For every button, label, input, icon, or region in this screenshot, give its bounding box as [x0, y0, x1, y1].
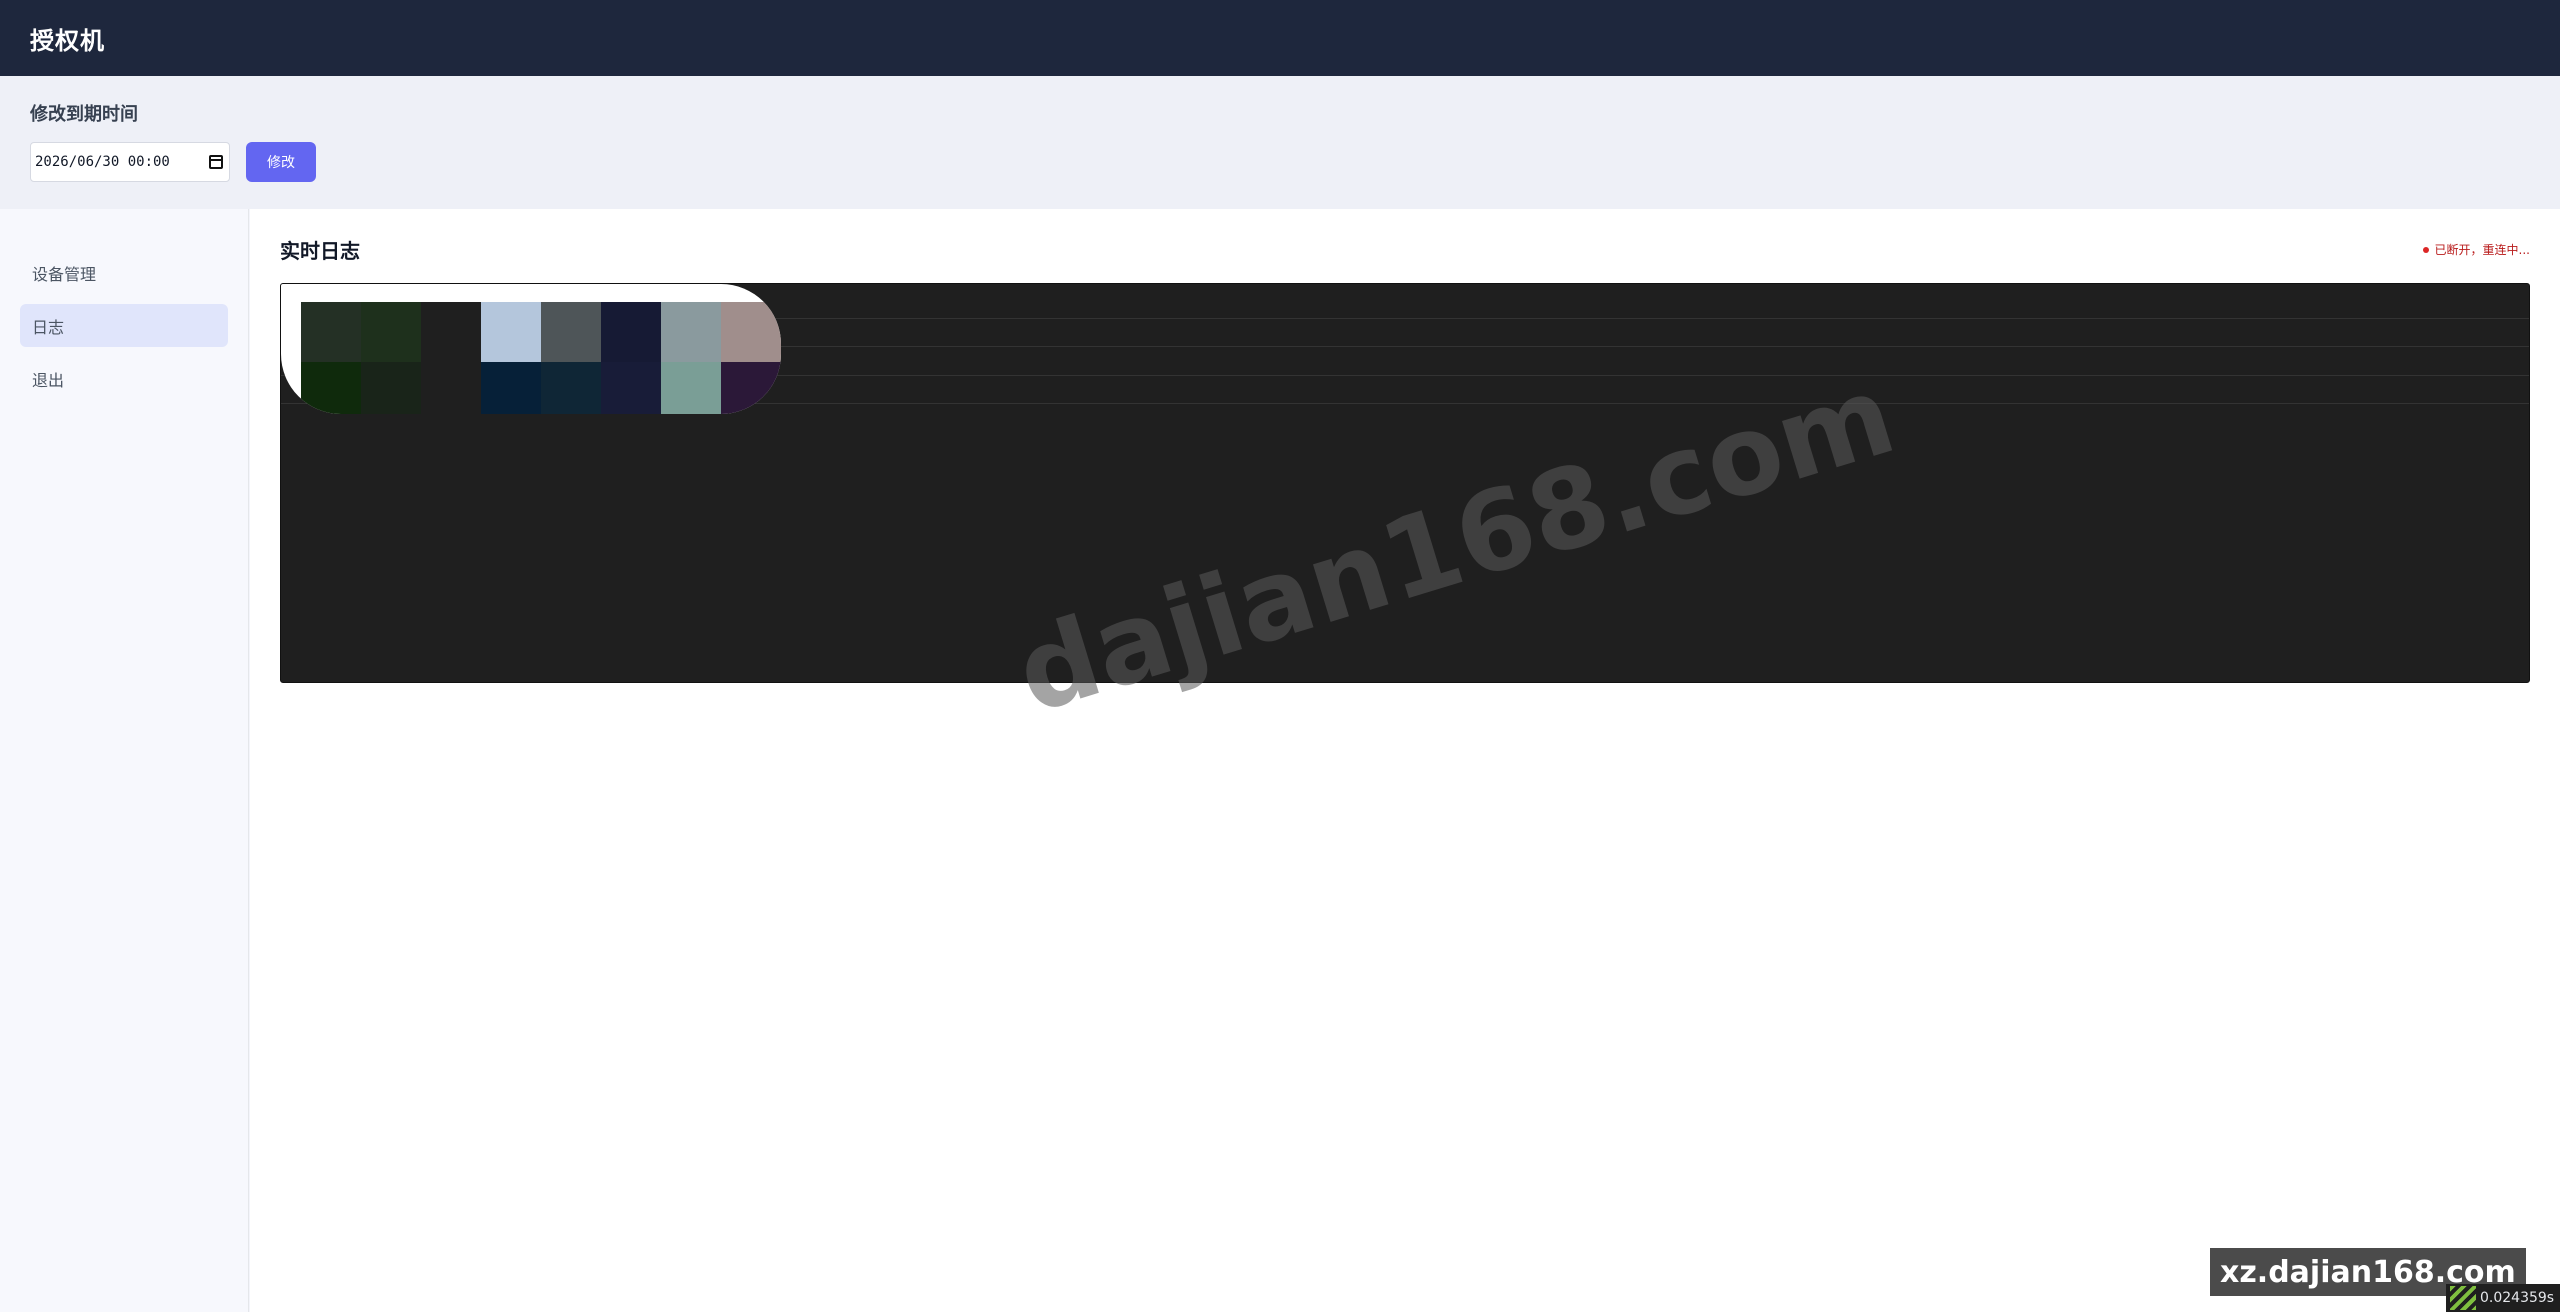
timer-icon: [2450, 1286, 2476, 1310]
status-dot-icon: [2422, 246, 2429, 253]
update-expiry-button[interactable]: 修改: [246, 142, 316, 182]
main-content: 实时日志 已断开，重连中...: [250, 209, 2560, 1312]
expiry-datetime-value: 2026/06/30 00:00: [35, 154, 170, 170]
render-timer: 0.024359s: [2446, 1284, 2560, 1312]
calendar-icon[interactable]: [209, 155, 223, 169]
connection-status: 已断开，重连中...: [2422, 241, 2530, 258]
log-console[interactable]: [280, 283, 2530, 683]
expiry-section: 修改到期时间 2026/06/30 00:00 修改: [0, 76, 2560, 209]
log-panel-header: 实时日志 已断开，重连中...: [280, 235, 2530, 264]
log-panel-title: 实时日志: [280, 239, 360, 263]
top-bar: 授权机: [0, 0, 2560, 76]
sidebar: 设备管理 日志 退出: [0, 209, 249, 1312]
expiry-heading: 修改到期时间: [30, 104, 138, 125]
expiry-form: 2026/06/30 00:00 修改: [30, 142, 2530, 182]
connection-status-text: 已断开，重连中...: [2434, 243, 2530, 257]
pixelated-content: [301, 302, 781, 414]
redacted-region: [281, 284, 781, 414]
sidebar-item-logs[interactable]: 日志: [20, 304, 228, 347]
sidebar-item-devices[interactable]: 设备管理: [20, 251, 228, 294]
expiry-datetime-input[interactable]: 2026/06/30 00:00: [30, 142, 230, 182]
app-title: 授权机: [30, 26, 105, 55]
sidebar-item-logout[interactable]: 退出: [20, 357, 228, 400]
timer-text: 0.024359s: [2480, 1290, 2555, 1306]
